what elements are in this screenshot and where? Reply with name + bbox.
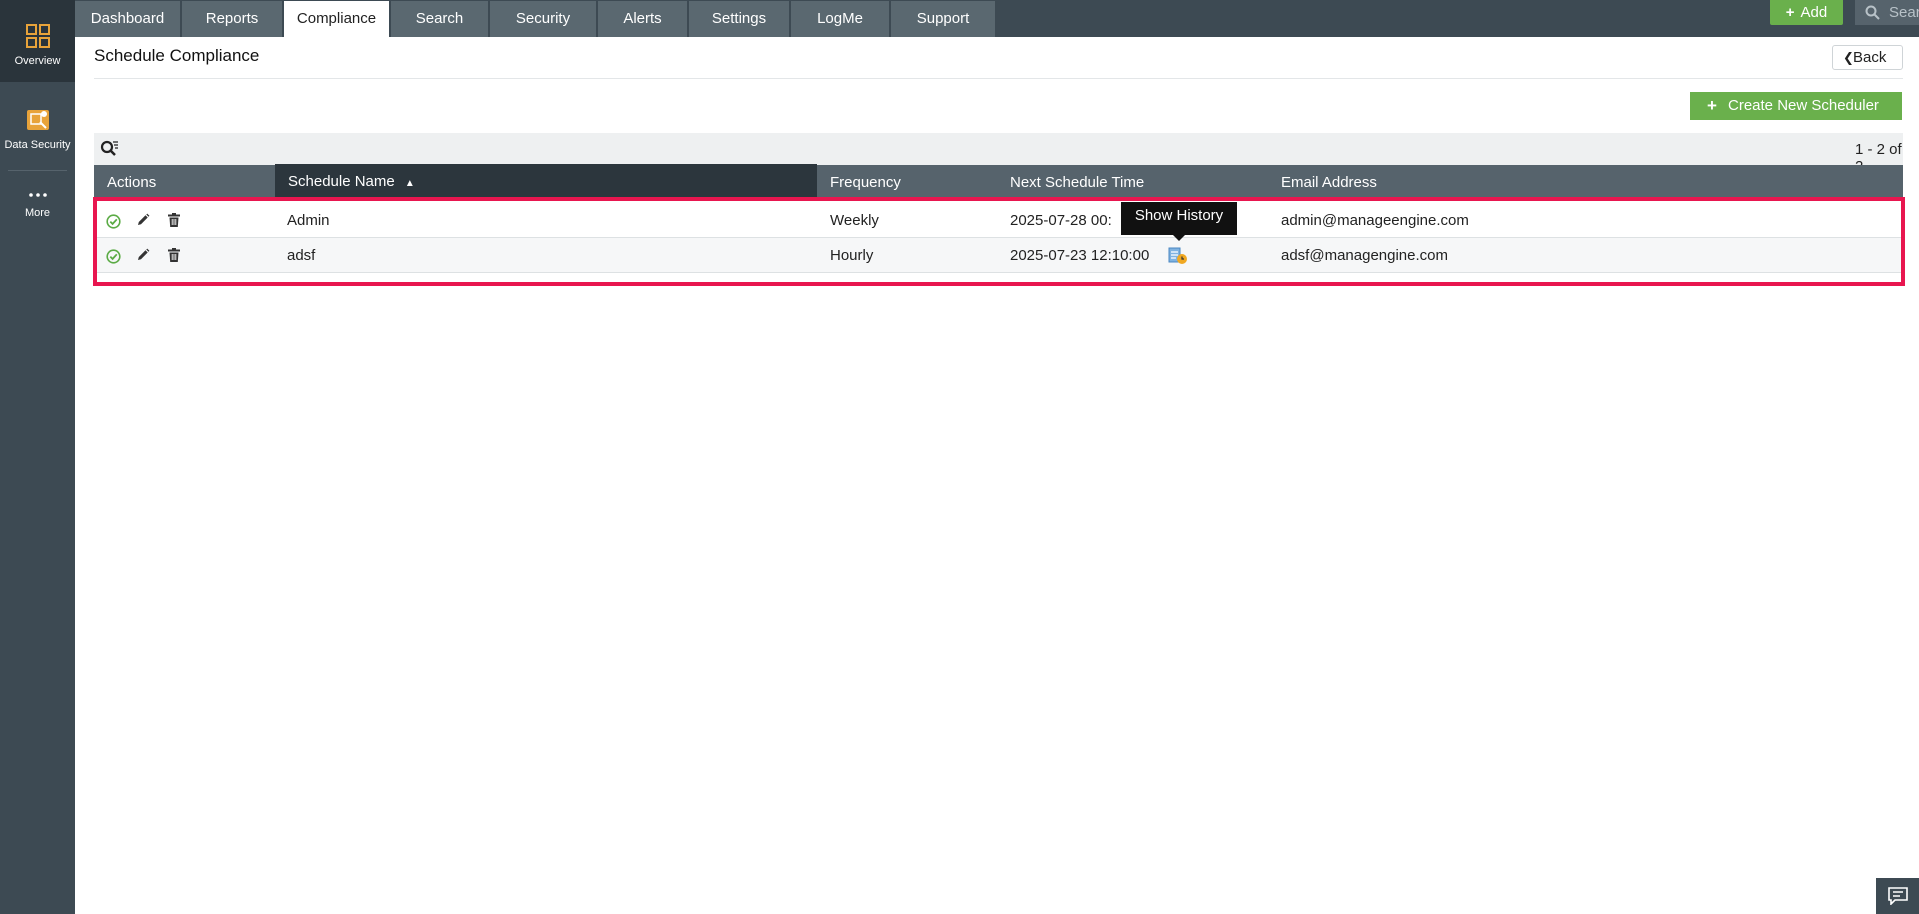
sidebar-item-overview[interactable]: Overview <box>0 0 75 82</box>
tab-logme[interactable]: LogMe <box>791 1 890 37</box>
add-button[interactable]: + Add <box>1770 0 1843 25</box>
page-title: Schedule Compliance <box>94 46 260 65</box>
sidebar-item-label: More <box>24 207 51 219</box>
tab-reports[interactable]: Reports <box>182 1 283 37</box>
column-header-email-address[interactable]: Email Address <box>1281 165 1377 201</box>
table-header: Actions Schedule Name ▲ Frequency Next S… <box>94 164 1903 201</box>
rows-highlight-box <box>93 197 1905 286</box>
chat-icon <box>1888 887 1908 905</box>
back-button-label: Back <box>1853 49 1887 66</box>
tab-alerts[interactable]: Alerts <box>598 1 688 37</box>
left-sidebar: Overview Data Security More <box>0 0 75 914</box>
top-nav: Dashboard Reports Compliance Search Secu… <box>75 0 1919 37</box>
chat-button[interactable] <box>1876 878 1919 914</box>
tab-settings[interactable]: Settings <box>689 1 790 37</box>
tab-dashboard[interactable]: Dashboard <box>75 1 181 37</box>
search-icon <box>1865 5 1880 20</box>
column-header-frequency[interactable]: Frequency <box>830 165 901 201</box>
sidebar-item-label: Data Security <box>4 139 71 151</box>
create-new-scheduler-button[interactable]: + Create New Scheduler <box>1690 92 1902 120</box>
plus-icon: + <box>1707 96 1717 115</box>
search-placeholder: Search <box>1889 4 1919 21</box>
sort-ascending-icon: ▲ <box>404 178 415 189</box>
add-button-label: Add <box>1800 4 1828 21</box>
show-history-tooltip: Show History <box>1121 202 1237 241</box>
back-button[interactable]: ❮ Back <box>1832 45 1903 70</box>
title-divider <box>94 78 1903 79</box>
column-header-schedule-name[interactable]: Schedule Name ▲ <box>275 164 817 201</box>
column-header-label: Schedule Name <box>288 173 395 190</box>
data-security-icon <box>26 110 49 130</box>
search-input[interactable]: Search <box>1855 0 1919 25</box>
plus-icon: + <box>1785 4 1795 21</box>
tab-search[interactable]: Search <box>391 1 489 37</box>
sidebar-item-more[interactable]: More <box>0 190 75 236</box>
sidebar-item-label: Overview <box>14 55 61 67</box>
sidebar-divider <box>8 170 67 171</box>
column-header-actions: Actions <box>107 174 157 191</box>
tab-security[interactable]: Security <box>490 1 597 37</box>
sidebar-item-data-security[interactable]: Data Security <box>0 108 75 158</box>
more-dots-icon <box>28 193 47 197</box>
column-header-next-schedule-time[interactable]: Next Schedule Time <box>1010 165 1144 201</box>
grid-icon <box>25 24 50 48</box>
tab-support[interactable]: Support <box>891 1 996 37</box>
create-button-label: Create New Scheduler <box>1728 97 1879 114</box>
tab-compliance[interactable]: Compliance <box>284 1 390 37</box>
table-toolbar: 1 - 2 of 2 10 ▼ <box>94 133 1903 175</box>
search-filter-icon[interactable] <box>100 140 120 158</box>
chevron-left-icon: ❮ <box>1843 50 1854 65</box>
